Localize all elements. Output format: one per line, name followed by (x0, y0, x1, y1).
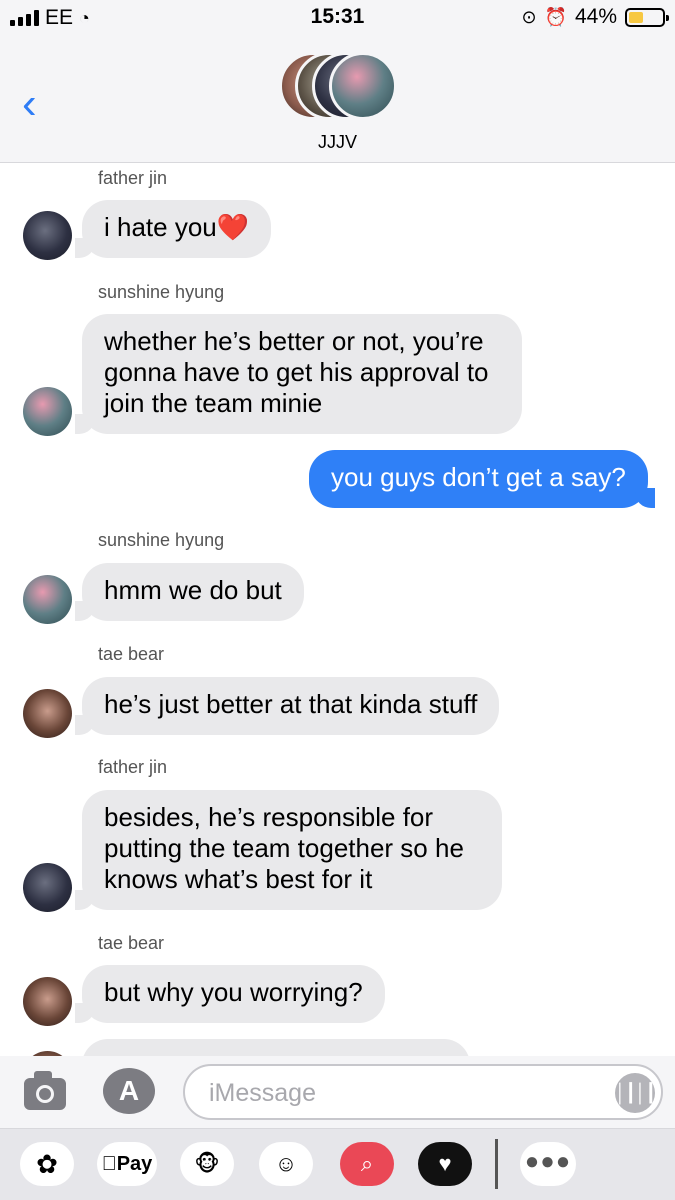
chevron-left-icon[interactable]: ‹ (22, 82, 37, 126)
monkey-animoji-icon[interactable]: 🐵 (180, 1142, 234, 1186)
image-search-icon[interactable]: ⌕ (340, 1142, 394, 1186)
message-input[interactable] (209, 1076, 589, 1110)
message-text: whether he’s better or not, you’re gonna… (104, 326, 489, 418)
avatar[interactable] (23, 387, 72, 436)
message-bubble[interactable]: besides, he’s responsible for putting th… (75, 790, 502, 910)
message-bubble[interactable]: whether he’s better or not, you’re gonna… (75, 314, 522, 434)
apple-logo-icon:  (102, 1153, 117, 1175)
message-text: hmm we do but (104, 575, 282, 605)
app-store-icon[interactable]: A (103, 1068, 155, 1114)
avatar[interactable] (23, 977, 72, 1026)
message-text: you guys don’t get a say? (331, 462, 626, 492)
avatar[interactable] (23, 689, 72, 738)
sender-name: father jin (98, 168, 168, 188)
group-name[interactable]: JJJV (0, 132, 675, 153)
sender-name: father jin (98, 757, 168, 777)
battery-icon (625, 7, 669, 27)
battery-percent: 44% (574, 5, 617, 28)
heart-emoji: ❤️ (216, 212, 250, 242)
message-text: he’s just better at that kinda stuff (104, 689, 478, 719)
app-drawer: ✿ Pay 🐵 ☺ ⌕ ♥ ●●● (0, 1128, 675, 1200)
message-composer: A │┃│┃ (0, 1056, 675, 1128)
message-bubble-outgoing[interactable]: you guys don’t get a say? (309, 450, 655, 508)
group-avatars[interactable] (279, 52, 397, 120)
conversation-header: ‹ JJJV (0, 36, 675, 163)
message-bubble[interactable]: hmm we do but (75, 563, 304, 621)
battery-level (629, 11, 644, 23)
sender-name: tae bear (98, 644, 165, 664)
message-bubble[interactable] (82, 1039, 470, 1056)
sender-name: sunshine hyung (98, 530, 225, 550)
avatar[interactable] (23, 575, 72, 624)
more-icon[interactable]: ●●● (520, 1142, 576, 1186)
apple-pay-label: Pay (109, 1153, 153, 1175)
avatar (329, 52, 397, 120)
message-text: but why you worrying? (104, 977, 363, 1007)
message-text: i hate you (104, 212, 217, 242)
message-list[interactable]: father jin i hate you❤️ sunshine hyung w… (0, 163, 675, 1056)
status-bar: EE ◔ 15:31 ⊙ ⏰ 44% (0, 0, 675, 36)
avatar[interactable] (23, 211, 72, 260)
photos-icon[interactable]: ✿ (20, 1142, 74, 1186)
message-bubble[interactable]: i hate you❤️ (74, 200, 272, 258)
camera-icon[interactable] (24, 1071, 66, 1111)
sender-name: tae bear (98, 933, 165, 953)
memoji-icon[interactable]: ☺ (259, 1142, 313, 1186)
message-bubble[interactable]: but why you worrying? (75, 965, 385, 1023)
sender-name: sunshine hyung (98, 282, 225, 302)
drawer-divider (495, 1139, 498, 1189)
alarm-icon: ⏰ (544, 6, 567, 27)
audio-waveform-icon[interactable]: │┃│┃ (615, 1073, 656, 1113)
apple-pay-button[interactable]: Pay (97, 1142, 157, 1186)
avatar[interactable] (23, 863, 72, 912)
message-bubble[interactable]: he’s just better at that kinda stuff (74, 677, 500, 735)
message-text: besides, he’s responsible for putting th… (104, 802, 464, 894)
rotation-lock-icon: ⊙ (521, 6, 537, 27)
status-right: ⊙ ⏰ 44% (521, 5, 669, 29)
message-input-container[interactable]: │┃│┃ (183, 1064, 663, 1120)
digital-touch-icon[interactable]: ♥ (418, 1142, 472, 1186)
